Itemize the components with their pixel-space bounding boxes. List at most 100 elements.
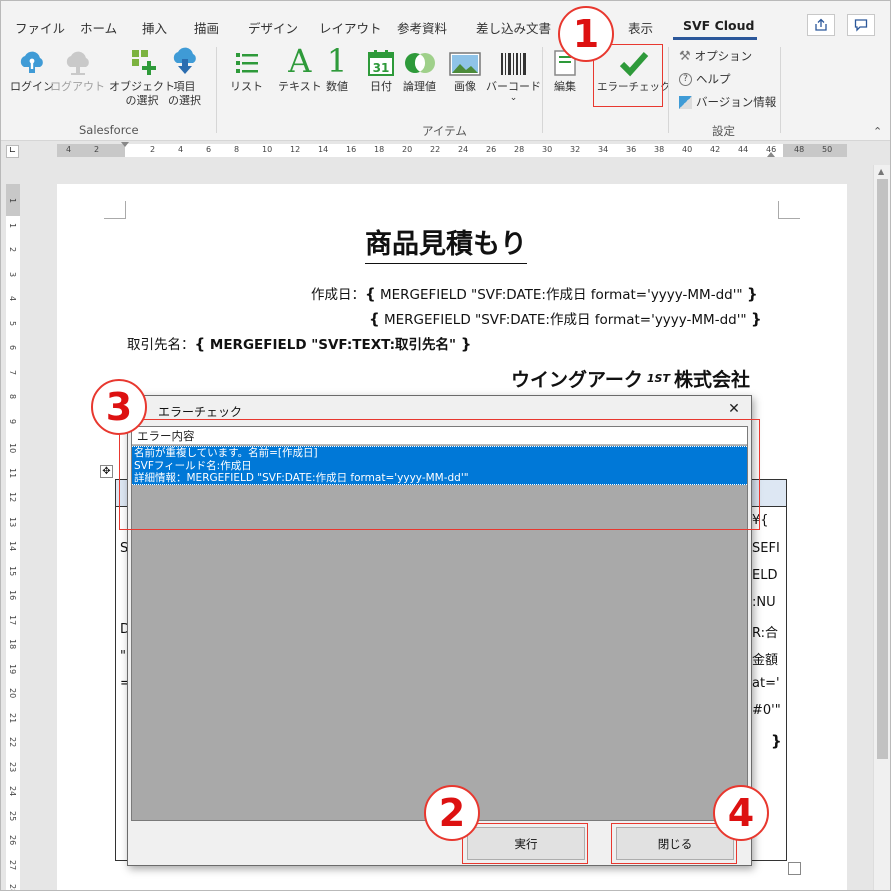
- chevron-down-icon: ⌄: [509, 93, 518, 103]
- ruler-tick-label: 44: [738, 145, 749, 154]
- ruler-tick-label: 42: [710, 145, 721, 154]
- field-brace: {: [194, 335, 206, 353]
- help-button[interactable]: ? ヘルプ: [679, 71, 731, 87]
- vruler-tick-label: 8: [8, 394, 17, 400]
- tab-selector[interactable]: ∟: [6, 145, 19, 158]
- share-button[interactable]: [807, 14, 835, 36]
- number-label: 数値: [326, 80, 348, 93]
- document-title[interactable]: 商品見積もり: [365, 229, 527, 264]
- scroll-thumb[interactable]: [877, 179, 888, 759]
- barcode-button[interactable]: バーコード ⌄: [486, 45, 541, 103]
- boolean-icon: [404, 53, 435, 73]
- ruler-tick-label: 28: [514, 145, 525, 154]
- collapse-ribbon-icon[interactable]: ⌃: [873, 125, 882, 138]
- share-icon: [815, 18, 827, 31]
- date-label: 日付: [370, 80, 392, 93]
- tools-icon: ⚒: [679, 48, 691, 64]
- callout-2: 2: [424, 785, 480, 841]
- ruler-tick-label: 46: [766, 145, 777, 154]
- barcode-icon: [500, 53, 526, 75]
- select-object-button[interactable]: オブジェクト の選択: [109, 45, 175, 108]
- highlight-run: [462, 823, 588, 864]
- options-button[interactable]: ⚒ オプション: [679, 48, 752, 64]
- vruler-tick-label: 6: [8, 345, 17, 351]
- vruler-tick-label: 20: [8, 688, 17, 699]
- ribbon-separator: [542, 47, 543, 133]
- tab-view[interactable]: 表示: [628, 18, 653, 37]
- login-label: ログイン: [10, 80, 54, 93]
- created-date-line-2[interactable]: { MERGEFIELD "SVF:DATE:作成日 format='yyyy-…: [369, 308, 762, 328]
- date-button[interactable]: 31 日付: [367, 45, 395, 94]
- options-label: オプション: [694, 49, 753, 63]
- vruler-tick-label: 13: [8, 516, 17, 527]
- tab-file[interactable]: ファイル: [15, 18, 65, 37]
- ruler-tick-label: 2: [150, 145, 156, 154]
- table-cell-fragment: ELD: [752, 568, 778, 583]
- tab-design[interactable]: デザイン: [248, 18, 298, 37]
- barcode-label: バーコード: [486, 80, 541, 93]
- created-date-field: MERGEFIELD "SVF:DATE:作成日 format='yyyy-MM…: [379, 287, 743, 303]
- tab-insert[interactable]: 挿入: [142, 18, 167, 37]
- vruler-tick-label: 14: [8, 541, 17, 552]
- version-info-button[interactable]: バージョン情報: [679, 94, 776, 110]
- account-name-label: 取引先名：: [127, 337, 195, 353]
- scroll-up-icon[interactable]: ▲: [878, 167, 884, 176]
- vertical-ruler[interactable]: 1 1 2 3 4 5 6 7 8 9 10 11 12 13 14 15 16 17 18 19 20 21 22 23 24…: [6, 184, 20, 890]
- login-button[interactable]: ログイン: [10, 45, 54, 94]
- account-name-line[interactable]: 取引先名：{ MERGEFIELD "SVF:TEXT:取引先名" }: [127, 333, 471, 353]
- ruler-tick-label: 16: [346, 145, 357, 154]
- callout-4: 4: [713, 785, 769, 841]
- dialog-title: エラーチェック: [158, 405, 243, 419]
- number-button[interactable]: 1 数値: [326, 45, 348, 94]
- margin-corner: [778, 201, 800, 219]
- ruler-tick-label: 10: [262, 145, 273, 154]
- ruler-tick-label: 18: [374, 145, 385, 154]
- tab-svf-cloud[interactable]: SVF Cloud: [683, 18, 754, 33]
- ruler-tick-label: 14: [318, 145, 329, 154]
- indent-marker[interactable]: [121, 142, 129, 147]
- vruler-tick-label: 25: [8, 810, 17, 821]
- vruler-tick-label: 26: [8, 835, 17, 846]
- tab-references[interactable]: 参考資料: [397, 18, 447, 37]
- select-item-button[interactable]: 項目 の選択: [168, 45, 201, 108]
- company-name-prefix: ウイングアーク: [511, 369, 643, 391]
- ribbon-separator: [668, 47, 669, 133]
- select-object-label: オブジェクト の選択: [109, 80, 175, 107]
- table-move-handle[interactable]: ✥: [100, 465, 113, 478]
- table-resize-handle[interactable]: [788, 862, 801, 875]
- tab-layout[interactable]: レイアウト: [319, 18, 382, 37]
- margin-corner: [104, 201, 126, 219]
- horizontal-ruler[interactable]: 4 2 2 4 6 8 10 12 14 16 18 20 22 24 26 28 30 32 34 36 38 40 42…: [57, 142, 847, 157]
- created-date-field-2: MERGEFIELD "SVF:DATE:作成日 format='yyyy-MM…: [383, 312, 747, 328]
- dialog-close-button[interactable]: ✕: [721, 398, 747, 420]
- tab-home[interactable]: ホーム: [80, 18, 117, 37]
- table-cell-fragment: ": [120, 649, 126, 664]
- created-date-line[interactable]: 作成日：{ MERGEFIELD "SVF:DATE:作成日 format='y…: [311, 283, 758, 303]
- tab-mailings[interactable]: 差し込み文書: [476, 18, 551, 37]
- ruler-tick-label: 32: [570, 145, 581, 154]
- salesforce-group-label: Salesforce: [79, 123, 139, 137]
- vertical-scrollbar[interactable]: ▲: [873, 165, 890, 890]
- comments-button[interactable]: [847, 14, 875, 36]
- ruler-margin-right: [783, 144, 847, 157]
- version-label: バージョン情報: [696, 95, 777, 109]
- account-name-field: MERGEFIELD "SVF:TEXT:取引先名": [209, 337, 457, 353]
- ruler-tick-label: 2: [94, 145, 100, 154]
- list-label: リスト: [230, 80, 263, 93]
- ribbon-separator: [216, 47, 217, 133]
- ruler-tick-label: 40: [682, 145, 693, 154]
- company-name[interactable]: ウイングアーク 1ST 株式会社: [511, 365, 750, 392]
- ruler-tick-label: 38: [654, 145, 665, 154]
- tab-draw[interactable]: 描画: [194, 18, 219, 37]
- logout-button[interactable]: ログアウト: [50, 45, 105, 94]
- ruler-tick-label: 8: [234, 145, 240, 154]
- text-button[interactable]: A テキスト: [278, 45, 322, 94]
- select-item-label: 項目 の選択: [168, 80, 201, 107]
- image-button[interactable]: 画像: [449, 45, 481, 94]
- vruler-tick-label: 22: [8, 737, 17, 748]
- list-button[interactable]: リスト: [230, 45, 263, 94]
- logic-button[interactable]: 論理値: [403, 45, 436, 94]
- text-label: テキスト: [278, 80, 322, 93]
- callout-3: 3: [91, 379, 147, 435]
- field-brace: }: [460, 335, 472, 353]
